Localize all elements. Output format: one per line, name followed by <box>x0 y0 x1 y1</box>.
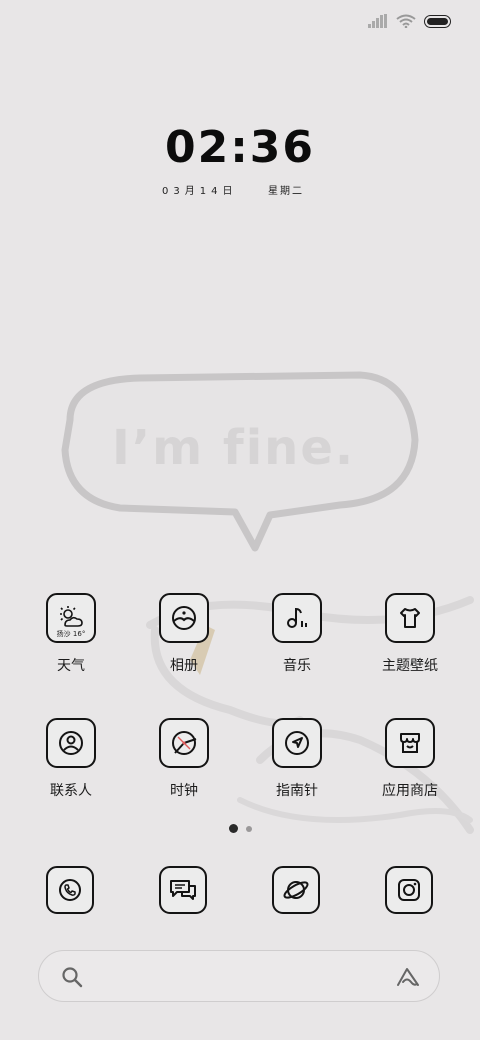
app-gallery[interactable]: 相册 <box>129 593 239 675</box>
app-label: 时钟 <box>170 783 198 799</box>
page-indicator[interactable] <box>0 824 480 833</box>
weather-location-temp: 扬沙 16° <box>56 630 86 638</box>
app-store[interactable]: 应用商店 <box>355 718 465 800</box>
battery-icon <box>424 14 451 28</box>
app-compass[interactable]: 指南针 <box>242 718 352 800</box>
app-store-tile[interactable] <box>385 718 435 768</box>
search-bar[interactable] <box>38 950 440 1002</box>
wifi-icon <box>396 14 416 28</box>
page-dot[interactable] <box>245 825 252 832</box>
app-contacts[interactable]: 联系人 <box>16 718 126 800</box>
music-icon <box>287 607 307 628</box>
date-text: 03月14日 <box>162 186 238 197</box>
app-label: 天气 <box>57 658 85 674</box>
contacts-tile[interactable] <box>46 718 96 768</box>
music-tile[interactable] <box>272 593 322 643</box>
weather-icon <box>60 606 83 627</box>
weather-tile[interactable]: 扬沙 16° <box>46 593 96 643</box>
wallpaper-text: I’m fine. <box>112 420 356 476</box>
clock-icon <box>172 731 197 755</box>
messages-icon <box>170 880 196 900</box>
app-label: 指南针 <box>276 783 318 799</box>
dock-phone[interactable] <box>46 866 94 914</box>
weekday-text: 星期二 <box>268 186 304 197</box>
app-label: 联系人 <box>50 783 92 799</box>
app-label: 音乐 <box>283 658 311 674</box>
clock-tile[interactable] <box>159 718 209 768</box>
app-label: 主题壁纸 <box>382 658 438 674</box>
dock-browser[interactable] <box>272 866 320 914</box>
camera-icon <box>398 879 420 901</box>
lockscreen-clock[interactable]: 02:36 <box>0 122 480 173</box>
page-dot-active[interactable] <box>228 824 238 833</box>
dock-messages[interactable] <box>159 866 207 914</box>
theme-tile[interactable] <box>385 593 435 643</box>
status-bar <box>368 10 452 32</box>
app-music[interactable]: 音乐 <box>242 593 352 675</box>
gallery-tile[interactable] <box>159 593 209 643</box>
app-store-icon <box>400 733 420 753</box>
compass-tile[interactable] <box>272 718 322 768</box>
assistant-icon[interactable] <box>395 965 421 989</box>
gallery-icon <box>172 606 196 630</box>
search-icon[interactable] <box>61 966 83 988</box>
signal-icon <box>368 14 387 28</box>
app-label: 应用商店 <box>382 783 438 799</box>
app-clock[interactable]: 时钟 <box>129 718 239 800</box>
browser-icon <box>283 881 309 899</box>
app-theme[interactable]: 主题壁纸 <box>355 593 465 675</box>
compass-icon <box>285 731 309 755</box>
app-weather[interactable]: 扬沙 16° 天气 <box>16 593 126 675</box>
app-label: 相册 <box>170 658 198 674</box>
dock-camera[interactable] <box>385 866 433 914</box>
contacts-icon <box>59 731 83 755</box>
phone-icon <box>59 879 81 901</box>
theme-icon <box>400 608 420 628</box>
